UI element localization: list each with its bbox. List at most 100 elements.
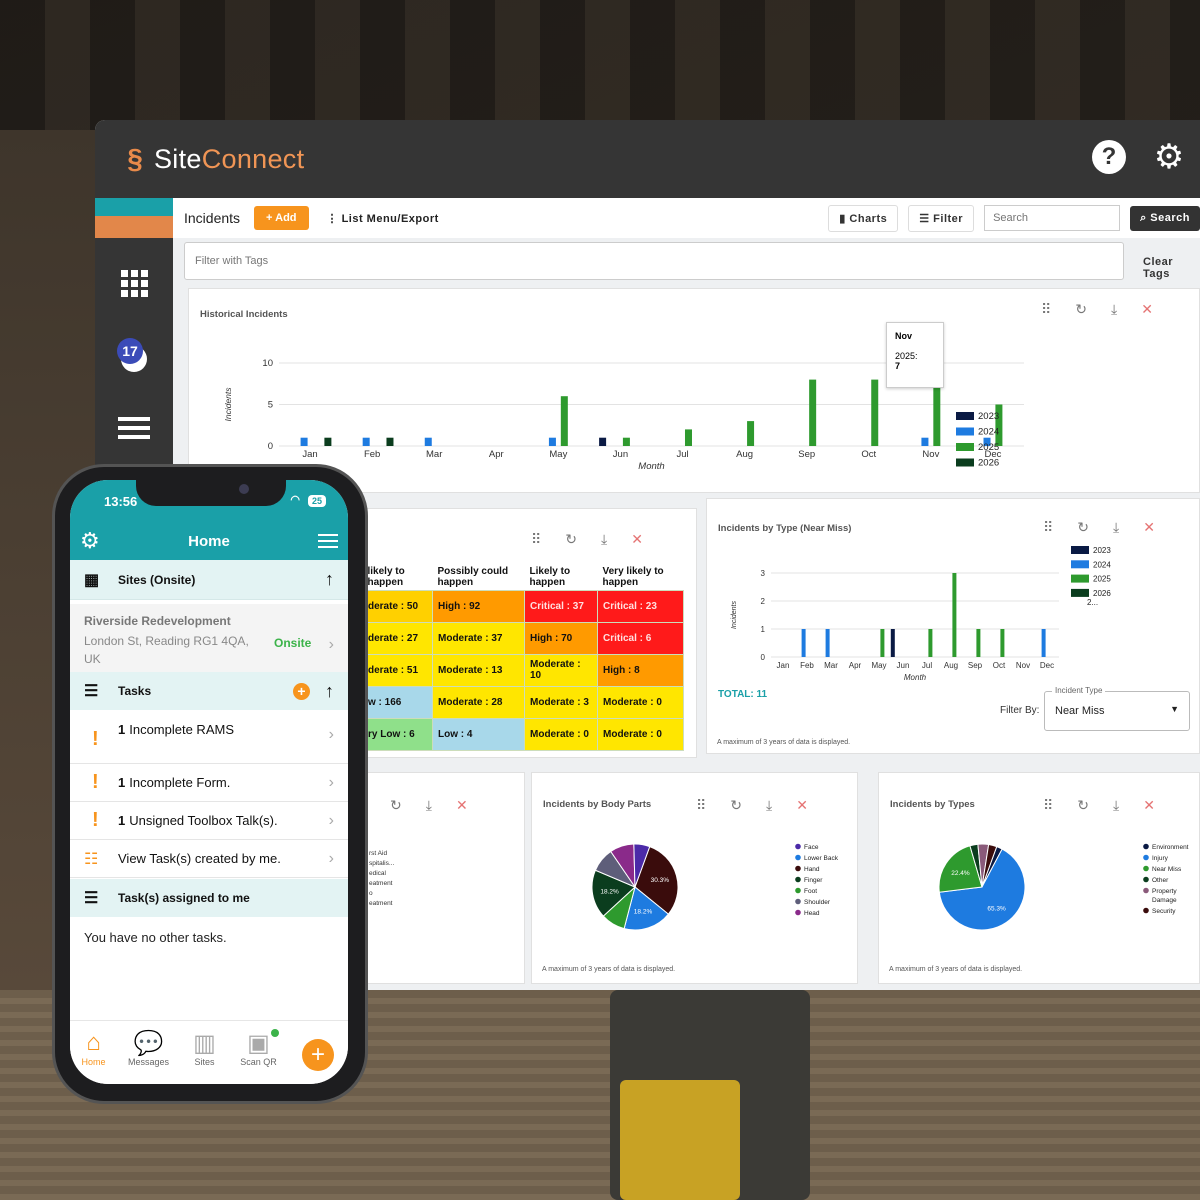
warning-icon: ! xyxy=(92,728,99,750)
risk-cell[interactable]: Moderate : 28 xyxy=(432,685,525,719)
x-tick-label: Jan xyxy=(302,449,317,460)
view-created-tasks[interactable]: ☷ View Task(s) created by me. › xyxy=(70,840,348,878)
slice-label: 18.2% xyxy=(634,909,653,916)
bottom-tab-bar: ⌂ Home 💬 Messages ▥ Sites ▣ Scan QR + xyxy=(70,1020,348,1084)
legend-label: 2026 xyxy=(978,458,999,469)
x-tick-label: Apr xyxy=(489,449,504,460)
task-item-toolbox-talk[interactable]: ! 1 Unsigned Toolbox Talk(s). › xyxy=(70,802,348,840)
x-axis-label: Month xyxy=(904,673,927,682)
x-tick-label: Sep xyxy=(968,661,983,670)
risk-cell[interactable]: ry Low : 6 xyxy=(362,717,433,751)
risk-cell[interactable]: Critical : 23 xyxy=(597,589,684,623)
legend-label: rst Aid xyxy=(369,850,388,857)
legend-label: Damage xyxy=(1152,897,1177,904)
add-button[interactable]: + Add xyxy=(254,206,309,230)
x-tick-label: Jun xyxy=(897,661,910,670)
risk-header: Likely to happen xyxy=(529,565,571,588)
tab-messages[interactable]: 💬 Messages xyxy=(121,1029,176,1067)
close-icon[interactable]: ✕ xyxy=(631,531,643,548)
help-icon[interactable]: ? xyxy=(1092,140,1126,174)
risk-cell[interactable]: Moderate : 3 xyxy=(524,685,598,719)
risk-cell[interactable]: Critical : 6 xyxy=(597,621,684,655)
incident-type-select[interactable]: Near Miss ▼ xyxy=(1044,691,1190,731)
status-time: 13:56 xyxy=(104,494,138,509)
legend-label: 2023 xyxy=(1093,546,1111,555)
apps-grid-icon[interactable] xyxy=(114,262,154,302)
risk-cell[interactable]: Moderate : 0 xyxy=(524,717,598,751)
phone-camera xyxy=(239,484,249,494)
legend-dot xyxy=(795,843,801,850)
risk-cell[interactable]: Moderate : 13 xyxy=(432,653,525,687)
phone-app-bar: ⚙ Home xyxy=(70,520,348,560)
list-menu-export-button[interactable]: ⋮ List Menu/Export xyxy=(319,206,447,231)
bar-2024 xyxy=(424,437,432,446)
tasks-section-header[interactable]: ☰ Tasks + ↑ xyxy=(70,672,348,710)
legend-label: spitalis... xyxy=(369,860,395,867)
risk-cell[interactable]: Moderate : 10 xyxy=(524,653,598,687)
hamburger-menu-icon[interactable] xyxy=(318,534,338,552)
refresh-icon[interactable]: ↻ xyxy=(565,531,577,548)
x-tick-label: May xyxy=(549,449,567,460)
battery-icon: 25 xyxy=(307,495,326,507)
risk-cell[interactable]: derate : 27 xyxy=(362,621,433,655)
bar-2025 xyxy=(871,379,879,446)
filter-button[interactable]: ☰ Filter xyxy=(908,204,975,232)
risk-matrix-table: likely to happen Possibly could happen Lik… xyxy=(362,556,684,751)
risk-cell[interactable]: Moderate : 0 xyxy=(597,685,684,719)
slice-label: 30.3% xyxy=(651,877,670,884)
menu-icon[interactable] xyxy=(114,412,154,452)
site-address: London St, Reading RG1 4QA, UK xyxy=(84,634,249,666)
risk-cell[interactable]: High : 8 xyxy=(597,653,684,687)
risk-cell[interactable]: High : 92 xyxy=(432,589,525,623)
gear-icon[interactable]: ⚙ xyxy=(1152,140,1186,174)
tab-sites[interactable]: ▥ Sites xyxy=(177,1029,232,1067)
clear-tags-button[interactable]: Clear Tags xyxy=(1143,256,1200,280)
legend-swatch xyxy=(1071,574,1089,583)
x-tick-label: Aug xyxy=(944,661,958,670)
tags-filter-input[interactable]: Filter with Tags xyxy=(184,242,1124,280)
legend-overflow: 2... xyxy=(1087,598,1098,607)
legend-dot xyxy=(795,865,801,872)
x-tick-label: Oct xyxy=(861,449,876,460)
risk-cell[interactable]: Low : 4 xyxy=(432,717,525,751)
legend-label: Lower Back xyxy=(804,855,839,862)
task-item-rams[interactable]: ! 1 Incomplete RAMS › xyxy=(70,710,348,764)
refresh-icon[interactable]: ↻ xyxy=(390,797,402,814)
risk-cell[interactable]: derate : 50 xyxy=(362,589,433,623)
chevron-right-icon: › xyxy=(328,636,334,653)
risk-cell[interactable]: w : 166 xyxy=(362,685,433,719)
assigned-section-header[interactable]: ☰ Task(s) assigned to me xyxy=(70,879,348,917)
risk-cell[interactable]: Moderate : 37 xyxy=(432,621,525,655)
body-parts-card: Incidents by Body Parts ⠿ ↻ ⤓ ✕ 30.3% 18.… xyxy=(531,772,858,984)
app-logo: SiteConnect xyxy=(154,143,305,174)
collapse-arrow-icon[interactable]: ↑ xyxy=(325,569,334,590)
site-card[interactable]: Riverside Redevelopment London St, Readi… xyxy=(70,604,348,676)
risk-cell[interactable]: Critical : 37 xyxy=(524,589,598,623)
tab-home[interactable]: ⌂ Home xyxy=(70,1029,121,1067)
bar-2025 xyxy=(880,629,885,657)
site-status: Onsite xyxy=(274,636,312,650)
task-item-form[interactable]: ! 1 Incomplete Form. › xyxy=(70,764,348,802)
risk-cell[interactable]: Moderate : 0 xyxy=(597,717,684,751)
close-icon[interactable]: ✕ xyxy=(456,797,468,814)
bar-2024 xyxy=(300,437,308,446)
legend-dot xyxy=(1143,843,1149,850)
download-icon[interactable]: ⤓ xyxy=(426,797,432,814)
sites-section-header[interactable]: ▦ Sites (Onsite) ↑ xyxy=(70,560,348,600)
collapse-arrow-icon[interactable]: ↑ xyxy=(325,681,334,702)
bar-2024 xyxy=(1041,629,1046,657)
download-icon[interactable]: ⤓ xyxy=(601,531,607,548)
floating-add-button[interactable]: + xyxy=(302,1039,334,1071)
incidents-toolbar: Incidents + Add ⋮ List Menu/Export ▮ Cha… xyxy=(173,198,1200,238)
y-axis-label: Incidents xyxy=(223,387,233,422)
legend-dot xyxy=(795,909,801,916)
search-button[interactable]: ⌕ Search xyxy=(1130,205,1200,231)
risk-cell[interactable]: derate : 51 xyxy=(362,653,433,687)
legend-label: eatment xyxy=(369,880,393,887)
add-task-icon[interactable]: + xyxy=(293,682,310,700)
risk-cell[interactable]: High : 70 xyxy=(524,621,598,655)
search-input[interactable] xyxy=(984,205,1121,231)
wifi-icon: ◠ xyxy=(290,494,300,506)
charts-button[interactable]: ▮ Charts xyxy=(828,204,899,232)
drag-handle-icon[interactable]: ⠿ xyxy=(531,531,541,548)
